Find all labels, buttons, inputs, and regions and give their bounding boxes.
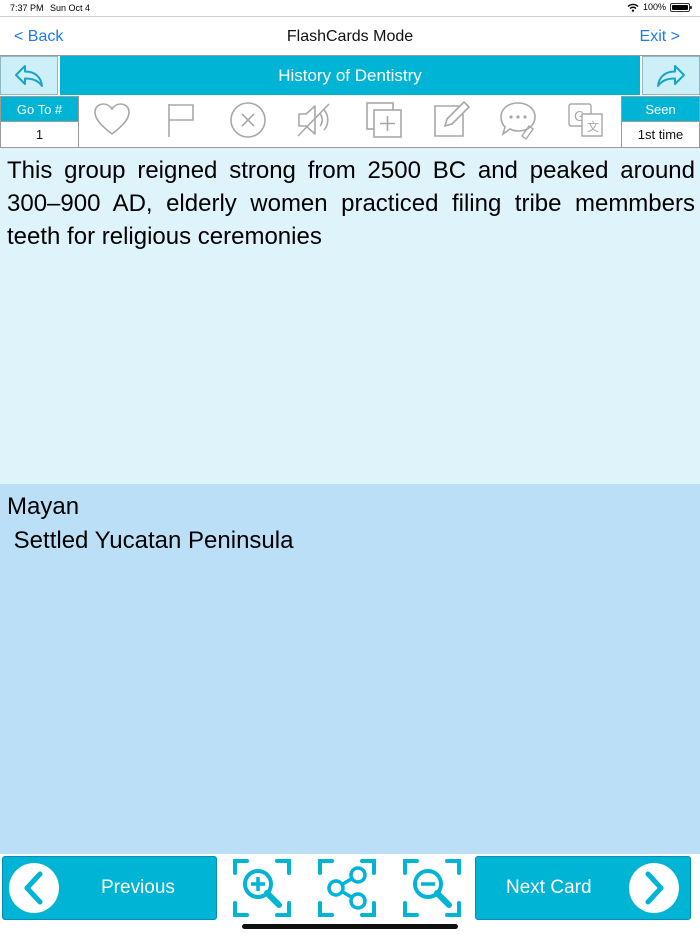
flag-icon[interactable] <box>160 100 200 140</box>
chevron-left-icon <box>9 863 59 913</box>
redo-arrow-icon <box>657 64 685 87</box>
deck-title-bar: History of Dentistry <box>0 56 700 96</box>
seen-label: Seen <box>622 97 699 121</box>
nav-title: FlashCards Mode <box>286 28 414 45</box>
zoom-in-icon[interactable] <box>229 856 295 920</box>
undo-arrow-icon <box>15 64 43 87</box>
status-date: Sun Oct 4 <box>50 3 91 13</box>
answer-text: Mayan Settled Yucatan Peninsula <box>7 493 294 554</box>
previous-label: Previous <box>101 877 175 898</box>
nav-bar: < Back FlashCards Mode Exit > <box>0 16 700 56</box>
battery-percent: 100% <box>642 2 666 12</box>
exit-button[interactable]: Exit > <box>640 28 680 46</box>
next-card-button[interactable]: Next Card <box>475 856 691 920</box>
previous-button[interactable]: Previous <box>2 856 217 920</box>
comment-icon[interactable] <box>498 100 538 140</box>
translate-icon[interactable]: G文 <box>566 100 606 140</box>
zoom-out-icon[interactable] <box>399 856 465 920</box>
svg-text:文: 文 <box>587 119 599 134</box>
chevron-right-icon <box>629 863 679 913</box>
status-right: 100% <box>627 2 692 12</box>
undo-arrow-button[interactable] <box>0 56 58 95</box>
question-panel[interactable]: This group reigned strong from 2500 BC a… <box>0 148 700 484</box>
deck-title: History of Dentistry <box>60 56 640 95</box>
card-toolbar: Go To # 1 G文 Seen 1st time <box>0 96 700 148</box>
goto-value[interactable]: 1 <box>1 121 78 147</box>
status-bar: 7:37 PM Sun Oct 4 100% <box>0 0 700 16</box>
goto-label: Go To # <box>1 97 78 121</box>
mute-icon[interactable] <box>295 100 335 140</box>
answer-panel[interactable]: Mayan Settled Yucatan Peninsula <box>0 484 700 854</box>
wifi-icon <box>627 3 639 12</box>
goto-box[interactable]: Go To # 1 <box>0 96 79 147</box>
redo-arrow-button[interactable] <box>642 56 700 95</box>
share-icon[interactable] <box>314 856 380 920</box>
bottom-bar: Previous Next Card <box>0 854 700 924</box>
status-time: 7:37 PM <box>10 3 44 13</box>
edit-icon[interactable] <box>431 100 471 140</box>
next-card-label: Next Card <box>506 877 592 898</box>
delete-icon[interactable] <box>228 100 268 140</box>
heart-icon[interactable] <box>92 100 132 140</box>
home-indicator <box>242 924 458 929</box>
seen-box: Seen 1st time <box>621 96 700 147</box>
battery-icon <box>670 2 692 12</box>
question-text: This group reigned strong from 2500 BC a… <box>7 157 695 250</box>
seen-value: 1st time <box>622 121 699 147</box>
add-card-icon[interactable] <box>364 100 404 140</box>
